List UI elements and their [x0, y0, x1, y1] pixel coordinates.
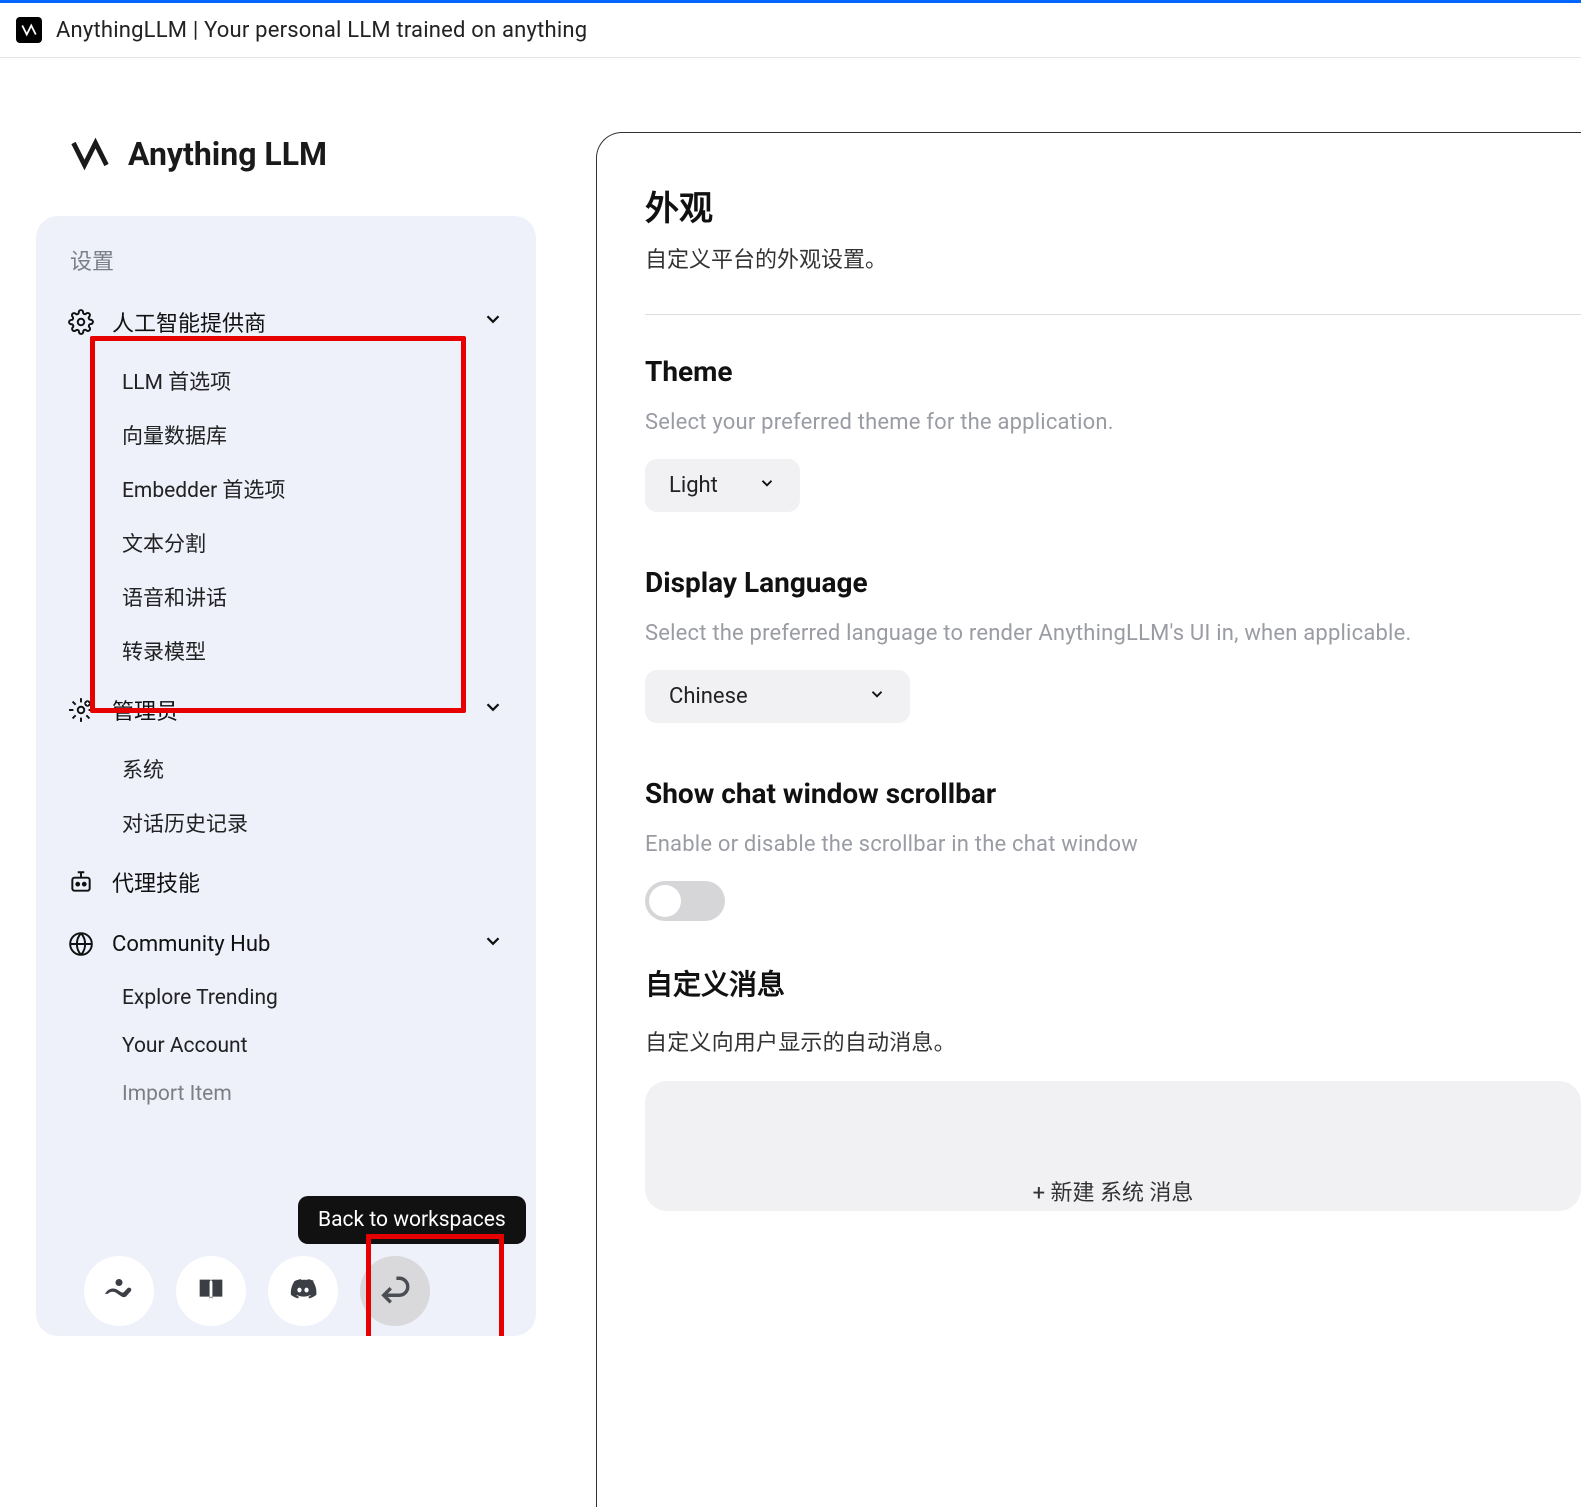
sidebar-sub-embedder[interactable]: Embedder 首选项 — [36, 462, 536, 516]
scrollbar-title: Show chat window scrollbar — [645, 777, 1581, 810]
gear-icon — [68, 309, 94, 335]
theme-value: Light — [669, 473, 718, 498]
sidebar-sub-explore[interactable]: Explore Trending — [36, 974, 536, 1022]
custom-msg-desc: 自定义向用户显示的自动消息。 — [645, 1025, 1581, 1057]
sidebar-sub-llm-prefs[interactable]: LLM 首选项 — [36, 354, 536, 408]
sidebar-sub-vector-db[interactable]: 向量数据库 — [36, 408, 536, 462]
custom-msg-title: 自定义消息 — [645, 963, 1581, 1003]
sidebar-bottom-row — [84, 1256, 430, 1326]
sidebar-sub-account[interactable]: Your Account — [36, 1022, 536, 1070]
chevron-down-icon — [868, 684, 886, 709]
language-select[interactable]: Chinese — [645, 670, 910, 723]
brand: Anything LLM — [36, 132, 536, 176]
sidebar-sub-import[interactable]: Import Item — [36, 1070, 536, 1118]
custom-msg-hint: + 新建 系统 消息 — [1033, 1175, 1194, 1207]
divider — [645, 314, 1581, 315]
chevron-down-icon — [482, 696, 504, 724]
page-title: 外观 — [645, 181, 1581, 230]
title-bar: AnythingLLM | Your personal LLM trained … — [0, 0, 1581, 58]
chevron-down-icon — [482, 930, 504, 958]
sidebar-item-label: 人工智能提供商 — [112, 306, 266, 338]
sidebar-item-label: Community Hub — [112, 932, 270, 957]
admin-gear-icon — [68, 697, 94, 723]
sidebar-sub-system[interactable]: 系统 — [36, 742, 536, 796]
theme-title: Theme — [645, 355, 1581, 388]
sidebar-item-ai-providers[interactable]: 人工智能提供商 — [36, 290, 536, 354]
chevron-down-icon — [758, 473, 776, 498]
scrollbar-toggle[interactable] — [645, 881, 725, 921]
sidebar-sub-text-split[interactable]: 文本分割 — [36, 516, 536, 570]
hand-coin-button[interactable] — [84, 1256, 154, 1326]
tooltip-back: Back to workspaces — [298, 1196, 526, 1244]
custom-msg-box[interactable]: + 新建 系统 消息 — [645, 1081, 1581, 1211]
window-title: AnythingLLM | Your personal LLM trained … — [56, 18, 587, 43]
robot-icon — [68, 869, 94, 895]
language-value: Chinese — [669, 684, 748, 709]
sidebar-item-label: 管理员 — [112, 694, 178, 726]
brand-name: Anything LLM — [128, 135, 327, 173]
sidebar-item-community[interactable]: Community Hub — [36, 914, 536, 974]
sidebar-item-admin[interactable]: 管理员 — [36, 678, 536, 742]
discord-button[interactable] — [268, 1256, 338, 1326]
back-button[interactable] — [360, 1256, 430, 1326]
sidebar-sub-chat-history[interactable]: 对话历史记录 — [36, 796, 536, 850]
globe-icon — [68, 931, 94, 957]
docs-button[interactable] — [176, 1256, 246, 1326]
theme-select[interactable]: Light — [645, 459, 800, 512]
sidebar: 设置 人工智能提供商 LLM 首选项 向量数据库 Embedder 首选项 文本… — [36, 216, 536, 1336]
chevron-down-icon — [482, 308, 504, 336]
scrollbar-desc: Enable or disable the scrollbar in the c… — [645, 832, 1581, 857]
sidebar-sub-transcribe[interactable]: 转录模型 — [36, 624, 536, 678]
page-subtitle: 自定义平台的外观设置。 — [645, 242, 1581, 274]
language-title: Display Language — [645, 566, 1581, 599]
sidebar-heading: 设置 — [36, 244, 536, 290]
main-panel: 外观 自定义平台的外观设置。 Theme Select your preferr… — [596, 132, 1581, 1507]
app-icon — [16, 17, 42, 43]
sidebar-item-label: 代理技能 — [112, 866, 200, 898]
sidebar-sub-voice[interactable]: 语音和讲话 — [36, 570, 536, 624]
toggle-knob — [649, 885, 681, 917]
brand-logo-icon — [68, 132, 112, 176]
language-desc: Select the preferred language to render … — [645, 621, 1581, 646]
sidebar-item-agent[interactable]: 代理技能 — [36, 850, 536, 914]
theme-desc: Select your preferred theme for the appl… — [645, 410, 1581, 435]
